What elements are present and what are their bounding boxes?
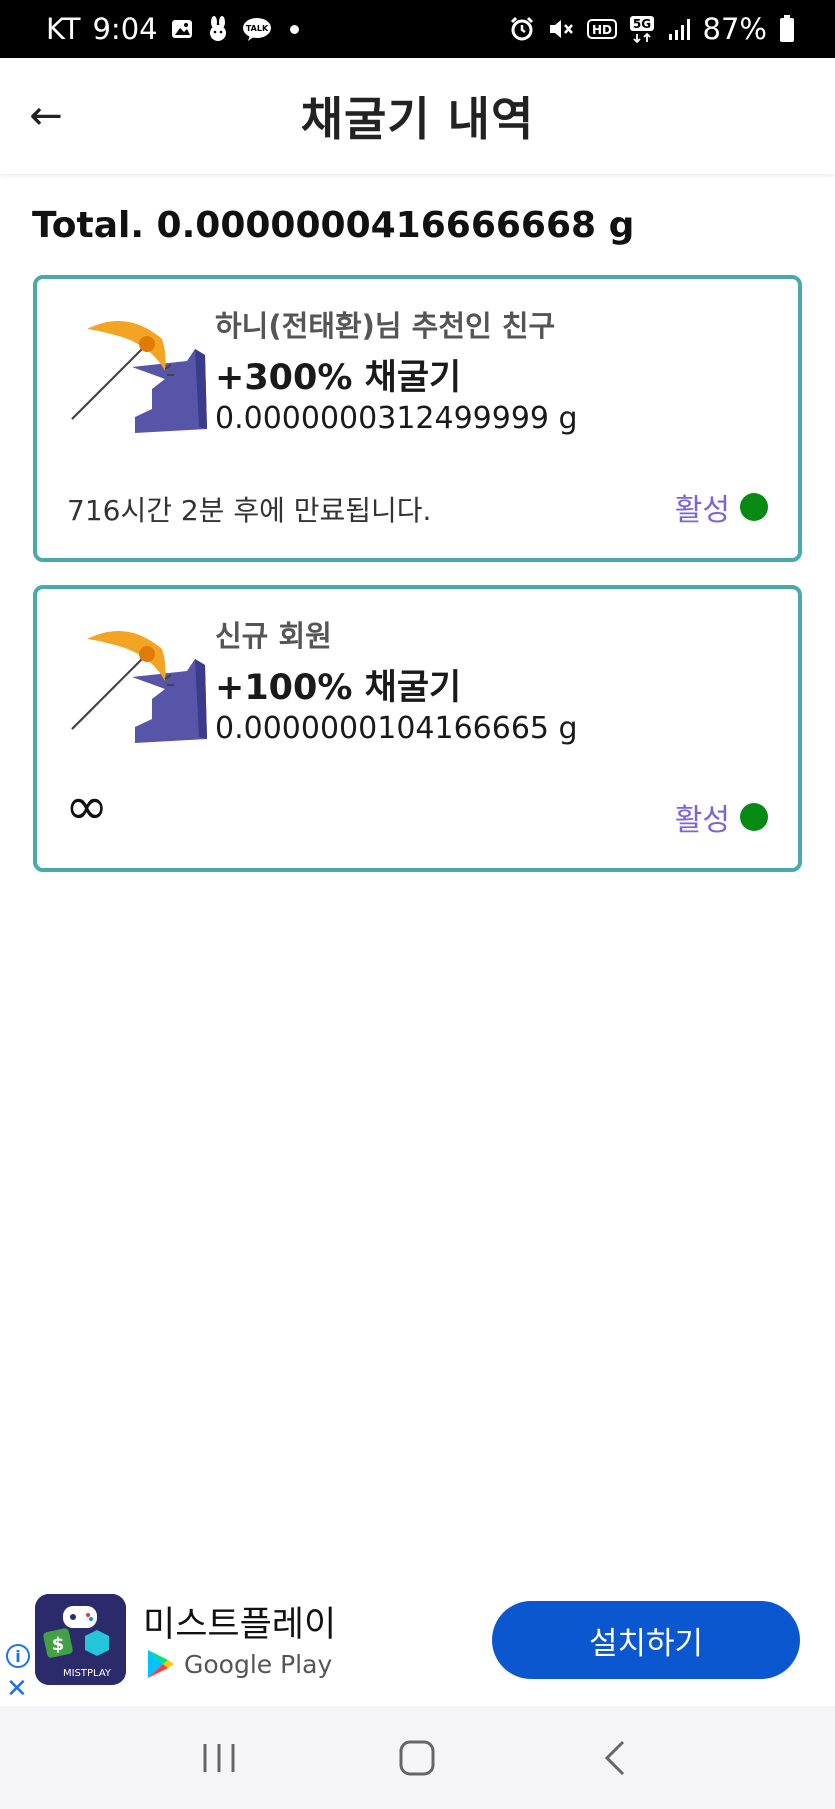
mistplay-app-icon[interactable]: $ MISTPLAY [35, 1594, 126, 1685]
app-header: ← 채굴기 내역 [0, 58, 835, 174]
svg-text:MISTPLAY: MISTPLAY [63, 1668, 112, 1679]
status-dot-icon [740, 493, 768, 521]
clock: 9:04 [92, 12, 158, 46]
alarm-icon [509, 16, 535, 42]
signal-icon [667, 17, 691, 41]
ad-store: Google Play [146, 1648, 332, 1680]
nav-back-icon [604, 1740, 624, 1775]
pickaxe-icon [67, 631, 207, 743]
page-title: 채굴기 내역 [300, 92, 535, 146]
install-button[interactable]: 설치하기 [492, 1601, 800, 1679]
battery-icon [779, 15, 795, 43]
miner-amount: 0.0000000104166665 g [215, 711, 578, 746]
system-nav-bar [0, 1706, 835, 1809]
mute-icon [547, 16, 575, 42]
miner-boost: +300% 채굴기 [215, 358, 462, 398]
hd-icon: HD [586, 17, 617, 41]
ad-app-name: 미스트플레이 [143, 1605, 337, 1645]
nav-back-button[interactable] [576, 1728, 656, 1788]
back-arrow-icon: ← [29, 93, 63, 139]
miner-boost: +100% 채굴기 [215, 668, 462, 708]
total-amount: Total. 0.0000000416666668 g [32, 205, 635, 246]
status-bar: KT 9:04 TALK HD 5G 87% [0, 0, 835, 58]
gallery-icon [170, 17, 194, 41]
ad-banner[interactable]: i ✕ $ MISTPLAY 미스트플레이 Google Play 설치하기 [0, 1584, 835, 1704]
miner-source-label: 신규 회원 [215, 619, 332, 653]
infinity-icon: ∞ [65, 777, 109, 837]
bunny-icon [206, 16, 230, 42]
status-label: 활성 [674, 493, 730, 528]
ad-store-label: Google Play [184, 1649, 333, 1679]
svg-text:5G: 5G [632, 17, 650, 31]
status-left: KT 9:04 TALK [46, 12, 299, 46]
home-button[interactable] [377, 1728, 457, 1788]
carrier-label: KT [46, 12, 81, 46]
miner-expire: 716시간 2분 후에 만료됩니다. [67, 494, 432, 527]
miner-card[interactable]: 하니(전태환)님 추천인 친구 +300% 채굴기 0.000000031249… [33, 275, 802, 562]
google-play-icon [148, 1650, 174, 1678]
miner-source-label: 하니(전태환)님 추천인 친구 [215, 309, 556, 343]
5g-icon: 5G [629, 15, 655, 43]
svg-text:TALK: TALK [245, 24, 268, 33]
pickaxe-icon [67, 321, 207, 433]
talk-icon: TALK [242, 17, 272, 41]
ad-info-icon[interactable]: i [6, 1644, 30, 1668]
back-button[interactable]: ← [18, 88, 74, 144]
battery-percent: 87% [702, 12, 767, 46]
recents-icon [203, 1743, 235, 1772]
dot-icon [289, 24, 299, 34]
status-right: HD 5G 87% [509, 12, 795, 46]
miner-card[interactable]: 신규 회원 +100% 채굴기 0.0000000104166665 g ∞ 활… [33, 585, 802, 872]
svg-text:$: $ [52, 1634, 65, 1655]
ad-close-icon[interactable]: ✕ [6, 1674, 28, 1704]
miner-status: 활성 [675, 795, 768, 839]
miner-amount: 0.0000000312499999 g [215, 401, 578, 436]
status-dot-icon [740, 803, 768, 831]
home-icon [399, 1740, 435, 1775]
mistplay-logo-icon: $ MISTPLAY [35, 1594, 126, 1685]
status-label: 활성 [674, 803, 730, 838]
miner-status: 활성 [675, 485, 768, 529]
recents-button[interactable] [179, 1728, 259, 1788]
svg-text:HD: HD [592, 23, 612, 37]
